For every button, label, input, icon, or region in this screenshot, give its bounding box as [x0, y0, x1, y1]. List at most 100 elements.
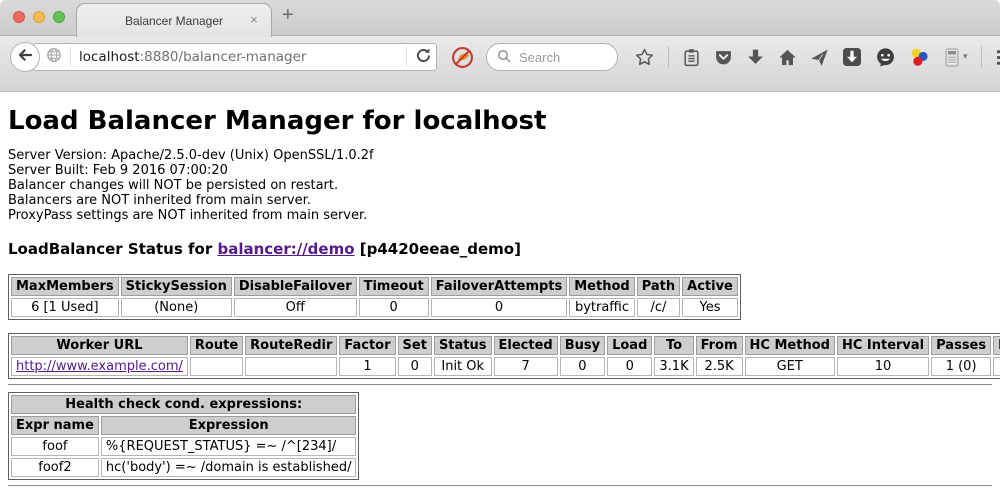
- expression-value: hc('body') =~ /domain is established/: [101, 458, 357, 477]
- content-blocked-icon[interactable]: [451, 46, 474, 69]
- table-header-row: MaxMembers StickySession DisableFailover…: [11, 277, 738, 296]
- menu-hamburger-icon[interactable]: [995, 48, 1000, 67]
- home-icon[interactable]: [778, 48, 797, 67]
- container-extension-icon[interactable]: ▾: [943, 47, 968, 68]
- navigation-toolbar: localhost:8880/balancer-manager: [0, 36, 1000, 92]
- page-title: Load Balancer Manager for localhost: [8, 106, 992, 136]
- downloads-icon[interactable]: [746, 48, 765, 67]
- emoji-chat-extension-icon[interactable]: [875, 47, 896, 68]
- col-hc-interval: HC Interval: [837, 336, 929, 355]
- zoom-window-button[interactable]: [53, 11, 65, 23]
- url-text: localhost:8880/balancer-manager: [79, 49, 398, 65]
- col-method: Method: [569, 277, 634, 296]
- expr-name-value: foof: [11, 437, 99, 456]
- active-value: Yes: [682, 298, 738, 317]
- set-value: 0: [398, 357, 432, 376]
- table-row: 6 [1 Used] (None) Off 0 0 bytraffic /c/ …: [11, 298, 738, 317]
- url-bar[interactable]: localhost:8880/balancer-manager: [33, 43, 437, 71]
- busy-value: 0: [560, 357, 605, 376]
- bookmark-star-icon[interactable]: [634, 47, 655, 68]
- table-title-row: Health check cond. expressions:: [11, 395, 356, 414]
- balancer-status-heading: LoadBalancer Status for balancer://demo …: [8, 240, 992, 258]
- download-extension-icon[interactable]: [842, 47, 862, 67]
- divider: [8, 384, 992, 386]
- table-header-row: Worker URL Route RouteRedir Factor Set S…: [11, 336, 1000, 355]
- send-plane-icon[interactable]: [810, 48, 829, 67]
- method-value: bytraffic: [569, 298, 634, 317]
- timeout-value: 0: [359, 298, 429, 317]
- expression-value: %{REQUEST_STATUS} =~ /^[234]/: [101, 437, 357, 456]
- new-tab-button[interactable]: +: [282, 4, 294, 27]
- minimize-window-button[interactable]: [33, 11, 45, 23]
- browser-tab[interactable]: Balancer Manager ×: [76, 3, 272, 37]
- chevron-down-icon[interactable]: ▾: [963, 52, 968, 62]
- route-value: [190, 357, 243, 376]
- col-factor: Factor: [339, 336, 395, 355]
- factor-value: 1: [339, 357, 395, 376]
- stickysession-value: (None): [121, 298, 232, 317]
- col-set: Set: [398, 336, 432, 355]
- worker-url-link[interactable]: http://www.example.com/: [16, 359, 183, 374]
- server-version-line: Server Version: Apache/2.5.0-dev (Unix) …: [8, 148, 992, 163]
- back-arrow-icon: [17, 47, 33, 67]
- col-maxmembers: MaxMembers: [11, 277, 119, 296]
- path-value: /c/: [637, 298, 680, 317]
- col-path: Path: [637, 277, 680, 296]
- col-status: Status: [434, 336, 492, 355]
- page-content: Load Balancer Manager for localhost Serv…: [0, 106, 1000, 487]
- col-disablefailover: DisableFailover: [234, 277, 357, 296]
- pocket-icon[interactable]: [714, 48, 733, 67]
- bookmarks-clipboard-icon[interactable]: [682, 48, 701, 67]
- tab-bar: Balancer Manager × +: [0, 0, 1000, 36]
- proxypass-notice-line: ProxyPass settings are NOT inherited fro…: [8, 208, 992, 223]
- col-load: Load: [607, 336, 652, 355]
- fails-value: 2 (0): [993, 357, 1000, 376]
- close-window-button[interactable]: [13, 11, 25, 23]
- to-value: 3.1K: [654, 357, 693, 376]
- col-stickysession: StickySession: [121, 277, 232, 296]
- col-active: Active: [682, 277, 738, 296]
- load-value: 0: [607, 357, 652, 376]
- balancer-demo-link[interactable]: balancer://demo: [217, 240, 354, 258]
- failoverattempts-value: 0: [431, 298, 568, 317]
- search-bar[interactable]: [486, 43, 618, 71]
- tab-close-icon[interactable]: ×: [246, 12, 262, 28]
- col-hc-method: HC Method: [745, 336, 835, 355]
- status-prefix: LoadBalancer Status for: [8, 240, 217, 258]
- passes-value: 1 (0): [931, 357, 991, 376]
- col-busy: Busy: [560, 336, 605, 355]
- col-from: From: [696, 336, 743, 355]
- toolbar-separator: [981, 46, 982, 68]
- status-suffix: [p4420eeae_demo]: [355, 240, 521, 258]
- tab-title: Balancer Manager: [125, 14, 223, 28]
- expr-name-value: foof2: [11, 458, 99, 477]
- col-passes: Passes: [931, 336, 991, 355]
- col-elected: Elected: [494, 336, 558, 355]
- status-value: Init Ok: [434, 357, 492, 376]
- globe-icon: [46, 47, 62, 67]
- health-check-table: Health check cond. expressions: Expr nam…: [8, 392, 359, 480]
- toolbar-separator: [668, 46, 669, 68]
- col-to: To: [654, 336, 693, 355]
- divider: [8, 485, 992, 487]
- video-downloadhelper-icon[interactable]: [909, 47, 930, 68]
- routeredir-value: [245, 357, 337, 376]
- disablefailover-value: Off: [234, 298, 357, 317]
- col-expr-name: Expr name: [11, 416, 99, 435]
- col-routeredir: RouteRedir: [245, 336, 337, 355]
- url-path: :8880/balancer-manager: [140, 49, 307, 65]
- search-input[interactable]: [517, 49, 607, 66]
- persist-notice-line: Balancer changes will NOT be persisted o…: [8, 178, 992, 193]
- search-icon: [497, 48, 511, 67]
- health-table-title: Health check cond. expressions:: [11, 395, 356, 414]
- col-failoverattempts: FailoverAttempts: [431, 277, 568, 296]
- reload-icon[interactable]: [415, 47, 432, 68]
- worker-status-table: Worker URL Route RouteRedir Factor Set S…: [8, 333, 1000, 379]
- from-value: 2.5K: [696, 357, 743, 376]
- server-built-line: Server Built: Feb 9 2016 07:00:20: [8, 163, 992, 178]
- table-header-row: Expr name Expression: [11, 416, 356, 435]
- hc-interval-value: 10: [837, 357, 929, 376]
- back-button[interactable]: [10, 42, 40, 72]
- maxmembers-value: 6 [1 Used]: [11, 298, 119, 317]
- worker-url-cell: http://www.example.com/: [11, 357, 188, 376]
